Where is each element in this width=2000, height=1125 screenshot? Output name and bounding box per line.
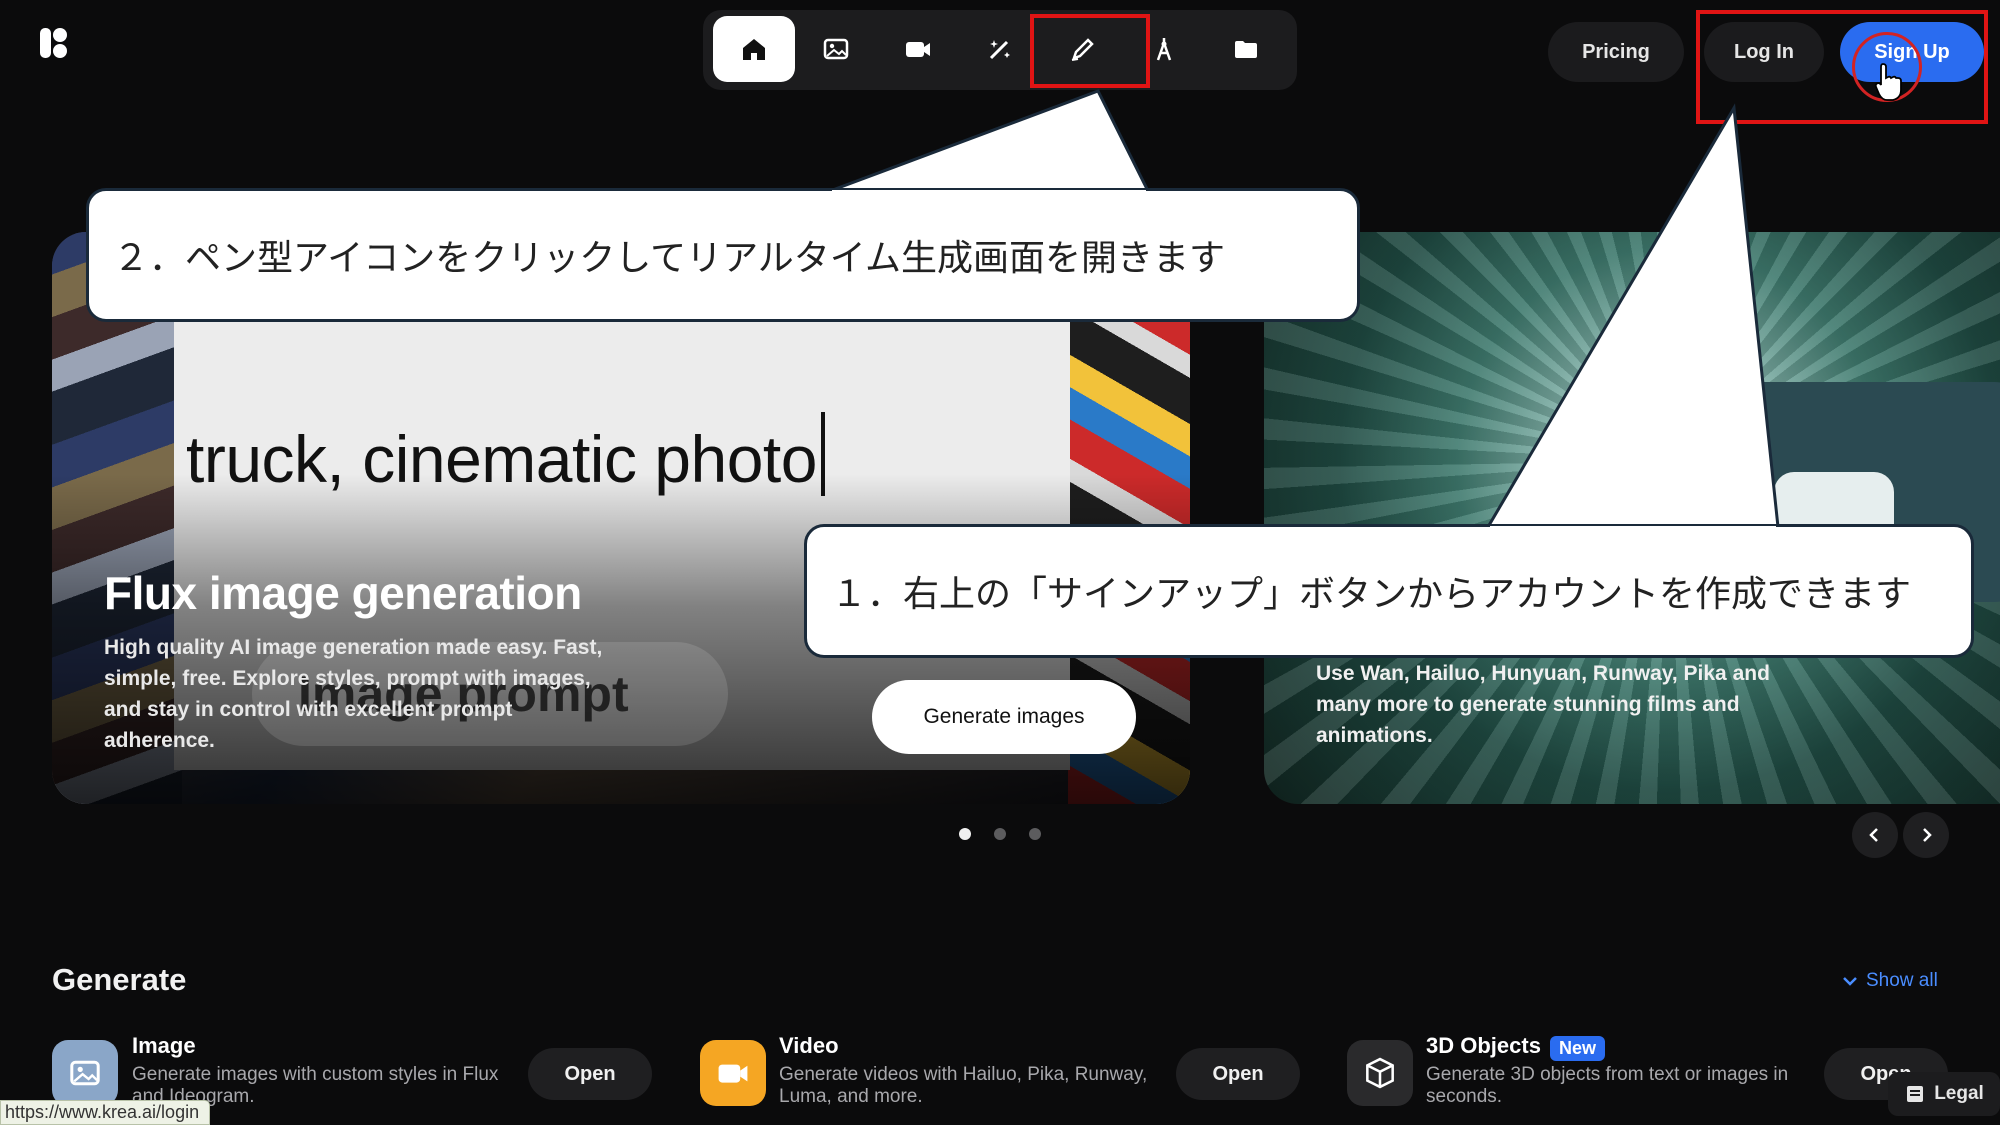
image-icon xyxy=(823,38,849,60)
carousel-dot-2[interactable] xyxy=(994,828,1006,840)
legal-button[interactable]: Legal xyxy=(1888,1072,2000,1116)
nav-image-button[interactable] xyxy=(795,16,877,82)
folder-icon xyxy=(1235,41,1257,58)
tool-video-name: Video xyxy=(779,1033,839,1058)
show-all-label: Show all xyxy=(1866,970,1938,991)
tool-3d-name: 3D Objects xyxy=(1426,1033,1541,1058)
callout-seam-1 xyxy=(1490,526,1776,532)
callout-step-2-text: ２．ペン型アイコンをクリックしてリアルタイム生成画面を開きます xyxy=(113,238,1226,279)
callout-seam-2 xyxy=(832,190,1146,196)
video-camera-icon xyxy=(718,1064,748,1083)
chevron-right-icon xyxy=(1923,828,1932,842)
callout-step-1-text: １．右上の「サインアップ」ボタンからアカウントを作成できます xyxy=(831,574,1912,615)
carousel-dot-3[interactable] xyxy=(1029,828,1041,840)
tool-image-name: Image xyxy=(132,1033,196,1058)
highlight-box-pen xyxy=(1030,14,1150,88)
document-icon xyxy=(1907,1086,1924,1102)
hand-cursor-icon xyxy=(1874,63,1902,101)
tool-video-desc: Generate videos with Hailuo, Pika, Runwa… xyxy=(779,1064,1148,1107)
train-icon xyxy=(1156,38,1172,61)
callout-step-2: ２．ペン型アイコンをクリックしてリアルタイム生成画面を開きます xyxy=(86,188,1360,322)
pricing-button[interactable]: Pricing xyxy=(1548,22,1684,82)
callout-step-1: １．右上の「サインアップ」ボタンからアカウントを作成できます xyxy=(804,524,1974,658)
enhance-icon xyxy=(989,40,1010,60)
carousel-next-button[interactable] xyxy=(1903,812,1949,858)
nav-video-button[interactable] xyxy=(877,16,959,82)
image-icon xyxy=(70,1060,100,1086)
legal-label: Legal xyxy=(1934,1083,1984,1104)
status-bar-url: https://www.krea.ai/login xyxy=(0,1100,211,1125)
tool-image-open-button[interactable]: Open xyxy=(528,1048,652,1100)
nav-assets-button[interactable] xyxy=(1205,16,1287,82)
tool-3d-tile[interactable] xyxy=(1347,1040,1413,1106)
show-all-link[interactable]: Show all xyxy=(1842,970,1938,992)
tool-video-open-button[interactable]: Open xyxy=(1176,1048,1300,1100)
video-icon xyxy=(906,42,930,57)
carousel-prev-button[interactable] xyxy=(1852,812,1898,858)
tool-image-tile[interactable] xyxy=(52,1040,118,1106)
chevron-left-icon xyxy=(1869,828,1878,842)
hero-description: High quality AI image generation made ea… xyxy=(104,636,603,752)
home-icon xyxy=(743,39,765,60)
cube-icon xyxy=(1366,1057,1394,1089)
generate-heading: Generate xyxy=(52,962,187,997)
carousel-dot-1[interactable] xyxy=(959,828,971,840)
krea-logo-icon[interactable] xyxy=(38,26,68,60)
nav-home-button[interactable] xyxy=(713,16,795,82)
highlight-box-signup xyxy=(1696,10,1988,124)
hero-title: Flux image generation xyxy=(104,567,582,619)
chevron-down-icon xyxy=(1843,977,1857,986)
tool-video-tile[interactable] xyxy=(700,1040,766,1106)
generate-images-button[interactable]: Generate images xyxy=(872,680,1136,754)
tool-3d-desc: Generate 3D objects from text or images … xyxy=(1426,1064,1789,1107)
video-description: Use Wan, Hailuo, Hunyuan, Runway, Pika a… xyxy=(1316,662,1770,747)
new-badge: New xyxy=(1550,1036,1606,1061)
tool-nav xyxy=(703,10,1297,90)
nav-enhance-button[interactable] xyxy=(959,16,1041,82)
hero-card-video[interactable]: Use Wan, Hailuo, Hunyuan, Runway, Pika a… xyxy=(1264,232,2000,804)
